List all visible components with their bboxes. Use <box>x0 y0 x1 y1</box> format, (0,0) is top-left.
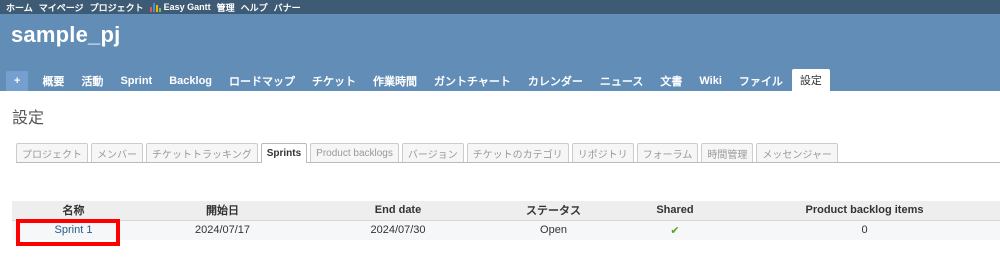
main-menu: + 概要 活動 Sprint Backlog ロードマップ チケット 作業時間 … <box>6 69 831 91</box>
top-menu-easy-gantt-label: Easy Gantt <box>163 2 211 12</box>
top-menu-projects[interactable]: プロジェクト <box>90 1 144 14</box>
settings-tab-sprints[interactable]: Sprints <box>260 143 308 163</box>
sprint-name-cell: Sprint 1 <box>12 220 135 240</box>
table-row: Sprint 1 2024/07/17 2024/07/30 Open ✔ 0 <box>12 220 1000 240</box>
tab-issues[interactable]: チケット <box>304 71 364 91</box>
column-header-product-backlog-items: Product backlog items <box>729 201 1000 221</box>
sprints-table: 名称 開始日 End date ステータス Shared Product bac… <box>12 201 1000 240</box>
tab-roadmap[interactable]: ロードマップ <box>221 71 303 91</box>
new-object-button[interactable]: + <box>6 71 29 91</box>
column-header-end-date: End date <box>310 201 486 221</box>
top-menu-easy-gantt[interactable]: Easy Gantt <box>149 2 211 12</box>
page-title: 設定 <box>12 110 45 127</box>
top-menu-help[interactable]: ヘルプ <box>241 1 268 14</box>
top-menu-admin[interactable]: 管理 <box>217 1 235 14</box>
tab-time-entries[interactable]: 作業時間 <box>365 71 425 91</box>
settings-tab-project[interactable]: プロジェクト <box>16 143 88 162</box>
settings-tab-issue-categories[interactable]: チケットのカテゴリ <box>466 143 569 162</box>
project-title: sample_pj <box>11 22 121 47</box>
sprint-shared-cell: ✔ <box>621 220 729 240</box>
tab-documents[interactable]: 文書 <box>652 71 690 91</box>
sprint-end-date: 2024/07/30 <box>310 220 486 240</box>
sprint-start-date: 2024/07/17 <box>135 220 310 240</box>
tab-gantt[interactable]: ガントチャート <box>426 71 519 91</box>
check-icon: ✔ <box>670 224 680 237</box>
top-menu-my-page[interactable]: マイページ <box>39 1 84 14</box>
sprint-status: Open <box>486 220 621 240</box>
column-header-status: ステータス <box>486 201 621 221</box>
tab-news[interactable]: ニュース <box>592 71 651 91</box>
tab-files[interactable]: ファイル <box>731 71 791 91</box>
tab-calendar[interactable]: カレンダー <box>520 71 591 91</box>
column-header-shared: Shared <box>621 201 729 221</box>
sprint-name-link[interactable]: Sprint 1 <box>55 224 93 236</box>
settings-tab-time-tracking[interactable]: 時間管理 <box>701 143 754 162</box>
settings-tab-versions[interactable]: バージョン <box>401 143 464 162</box>
settings-tab-members[interactable]: メンバー <box>91 143 143 162</box>
tab-backlog[interactable]: Backlog <box>161 71 220 91</box>
table-header-row: 名称 開始日 End date ステータス Shared Product bac… <box>12 201 1000 221</box>
top-menu-home[interactable]: ホーム <box>6 1 33 14</box>
settings-tab-repositories[interactable]: リポジトリ <box>571 143 634 162</box>
top-menu-banner[interactable]: バナー <box>274 1 301 14</box>
tab-sprint[interactable]: Sprint <box>112 71 160 91</box>
sprint-product-backlog-items: 0 <box>729 220 1000 240</box>
settings-tab-issue-tracking[interactable]: チケットトラッキング <box>146 143 258 162</box>
tab-settings[interactable]: 設定 <box>791 69 830 91</box>
column-header-name: 名称 <box>12 201 135 221</box>
tab-activity[interactable]: 活動 <box>73 71 111 91</box>
settings-tab-product-backlogs[interactable]: Product backlogs <box>310 143 399 162</box>
tab-wiki[interactable]: Wiki <box>691 71 730 91</box>
tab-overview[interactable]: 概要 <box>34 71 72 91</box>
settings-tab-messenger[interactable]: メッセンジャー <box>756 143 838 162</box>
settings-tab-forums[interactable]: フォーラム <box>636 143 699 162</box>
easy-gantt-icon <box>149 2 161 12</box>
top-menu: ホーム マイページ プロジェクト Easy Gantt 管理 ヘルプ バナー <box>0 0 1000 14</box>
project-header: sample_pj + 概要 活動 Sprint Backlog ロードマップ … <box>0 14 1000 91</box>
column-header-start-date: 開始日 <box>135 201 310 221</box>
settings-tabs: プロジェクト メンバー チケットトラッキング Sprints Product b… <box>16 143 1000 163</box>
